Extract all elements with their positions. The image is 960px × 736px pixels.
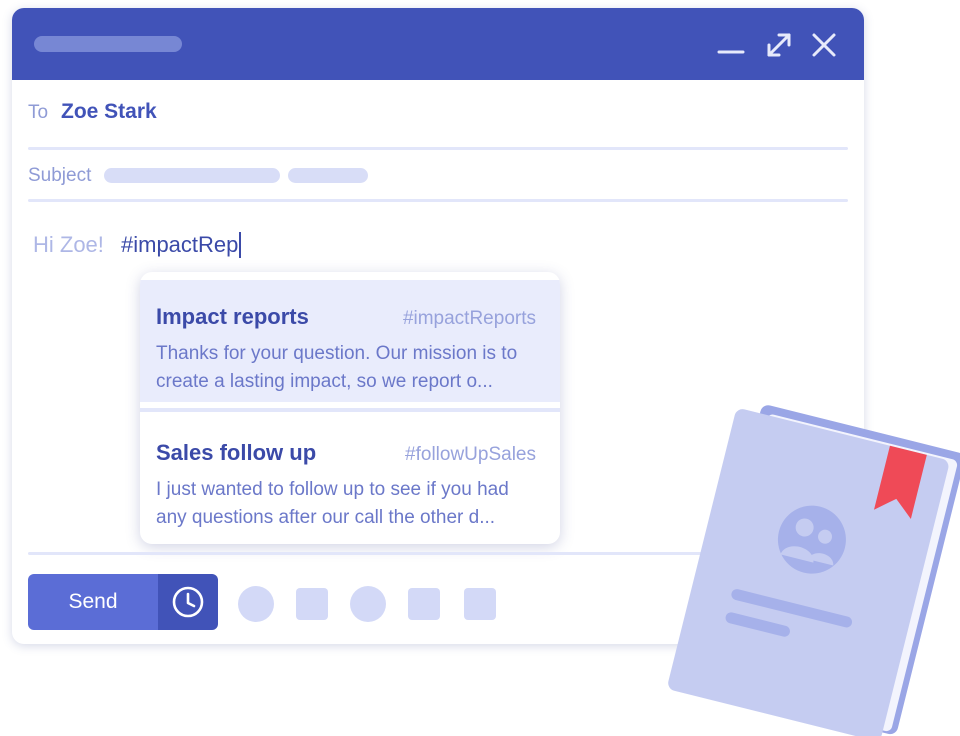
suggestion-divider xyxy=(140,408,560,412)
close-icon xyxy=(812,33,836,57)
toolbar-option-1[interactable] xyxy=(238,586,274,622)
suggestion-line: I just wanted to follow up to see if you… xyxy=(156,479,509,500)
body-typed-text[interactable]: #impactRep xyxy=(121,232,242,258)
toolbar-option-3[interactable] xyxy=(350,586,386,622)
minimize-icon xyxy=(717,50,745,54)
suggestion-line: any questions after our call the other d… xyxy=(156,507,496,528)
expand-icon xyxy=(767,33,791,57)
toolbar-option-5[interactable] xyxy=(464,588,496,620)
subject-divider xyxy=(28,199,848,202)
clock-icon xyxy=(172,586,204,618)
suggestion-title: Sales follow up xyxy=(156,440,317,465)
suggestion-title: Impact reports xyxy=(156,304,309,329)
subject-label: Subject xyxy=(28,165,92,186)
title-bar xyxy=(12,8,864,80)
toolbar-option-2[interactable] xyxy=(296,588,328,620)
subject-placeholder-1[interactable] xyxy=(104,168,280,183)
send-group: Send xyxy=(28,574,218,630)
suggestion-item[interactable]: Impact reports #impactReports Thanks for… xyxy=(140,280,560,402)
to-field[interactable]: Zoe Stark xyxy=(61,100,157,124)
to-label: To xyxy=(28,102,49,123)
title-placeholder xyxy=(34,36,182,52)
to-divider xyxy=(28,147,848,150)
suggestion-line: Thanks for your question. Our mission is… xyxy=(156,343,518,364)
schedule-send-button[interactable] xyxy=(158,574,218,630)
suggestion-item[interactable]: Sales follow up #followUpSales I just wa… xyxy=(140,416,560,538)
subject-placeholder-2[interactable] xyxy=(288,168,368,183)
suggestion-preview: Thanks for your question. Our mission is… xyxy=(156,340,546,396)
snippet-suggestions: Impact reports #impactReports Thanks for… xyxy=(140,272,560,544)
suggestion-tag: #impactReports xyxy=(402,308,536,329)
suggestion-line: create a lasting impact, so we report o.… xyxy=(156,371,493,392)
expand-button[interactable] xyxy=(764,30,794,60)
body-greeting: Hi Zoe! xyxy=(33,232,104,257)
close-button[interactable] xyxy=(809,30,839,60)
suggestion-preview: I just wanted to follow up to see if you… xyxy=(156,476,546,532)
send-button[interactable]: Send xyxy=(28,574,158,630)
minimize-button[interactable] xyxy=(716,30,746,60)
suggestion-tag: #followUpSales xyxy=(405,444,536,465)
toolbar-option-4[interactable] xyxy=(408,588,440,620)
snippet-book-illustration xyxy=(668,405,960,736)
